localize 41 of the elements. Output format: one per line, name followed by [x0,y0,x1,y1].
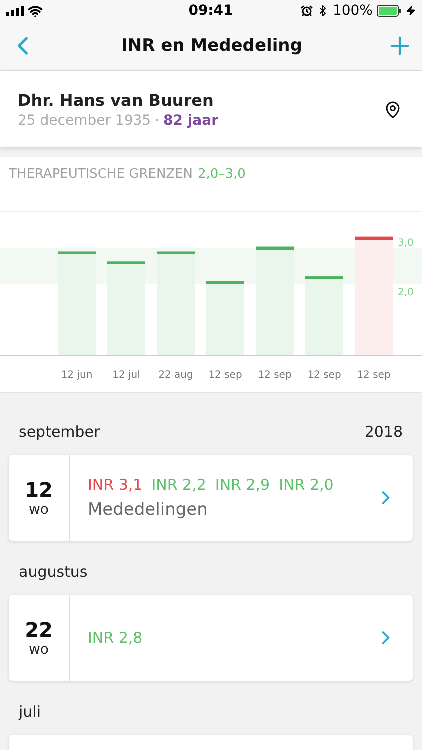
patient-age: 82 jaar [164,113,218,129]
patient-name: Dhr. Hans van Buuren [18,91,215,110]
therapeutic-range: 2,0–3,0 [198,167,246,182]
birth-date: 25 december 1935 [18,113,152,129]
y-tick-label: 3,0 [398,238,414,249]
inr-reading: INR 3,1 [88,476,143,494]
x-tick-label: 12 sep [208,370,242,381]
battery-icon [376,5,402,17]
inr-reading: INR 2,0 [279,476,334,494]
entry-card[interactable]: 22 wo INR 2,8 [9,595,413,681]
year-label: 2018 [364,423,403,441]
screen-title: INR en Mededeling [122,36,302,56]
x-tick-label: 22 aug [158,370,194,381]
status-time: 09:41 [188,3,234,19]
month-heading: juli [19,703,42,721]
location-button[interactable] [384,101,402,119]
x-tick-label: 12 jun [61,370,93,381]
entry-card[interactable]: 12 wo INR 3,1 INR 2,2 INR 2,9 INR 2,0 Mededelingen [9,455,413,541]
charging-icon [406,6,416,16]
month-heading: september [19,423,100,441]
entry-weekday: wo [28,642,49,658]
wifi-icon [28,4,43,18]
entry-day: 12 [25,478,53,502]
battery-percent: 100% [332,3,373,19]
inr-reading: INR 2,2 [152,476,206,494]
entry-note: Mededelingen [88,500,209,520]
location-pin-icon [384,101,402,119]
inr-reading: INR 2,9 [215,476,270,494]
x-tick-label: 12 jul [112,370,140,381]
x-tick-label: 12 sep [357,370,391,381]
y-tick-label: 2,0 [398,287,414,298]
signal-icon [6,6,24,16]
x-tick-label: 12 sep [258,370,292,381]
alarm-icon [300,5,313,17]
month-heading: augustus [19,563,88,581]
separator-dot: · [155,113,160,129]
inr-reading: INR 2,8 [88,629,143,647]
entry-day: 22 [25,618,53,642]
entry-weekday: wo [28,502,49,518]
x-tick-label: 12 sep [308,370,342,381]
chart-title: THERAPEUTISCHE GRENZEN [9,167,194,182]
